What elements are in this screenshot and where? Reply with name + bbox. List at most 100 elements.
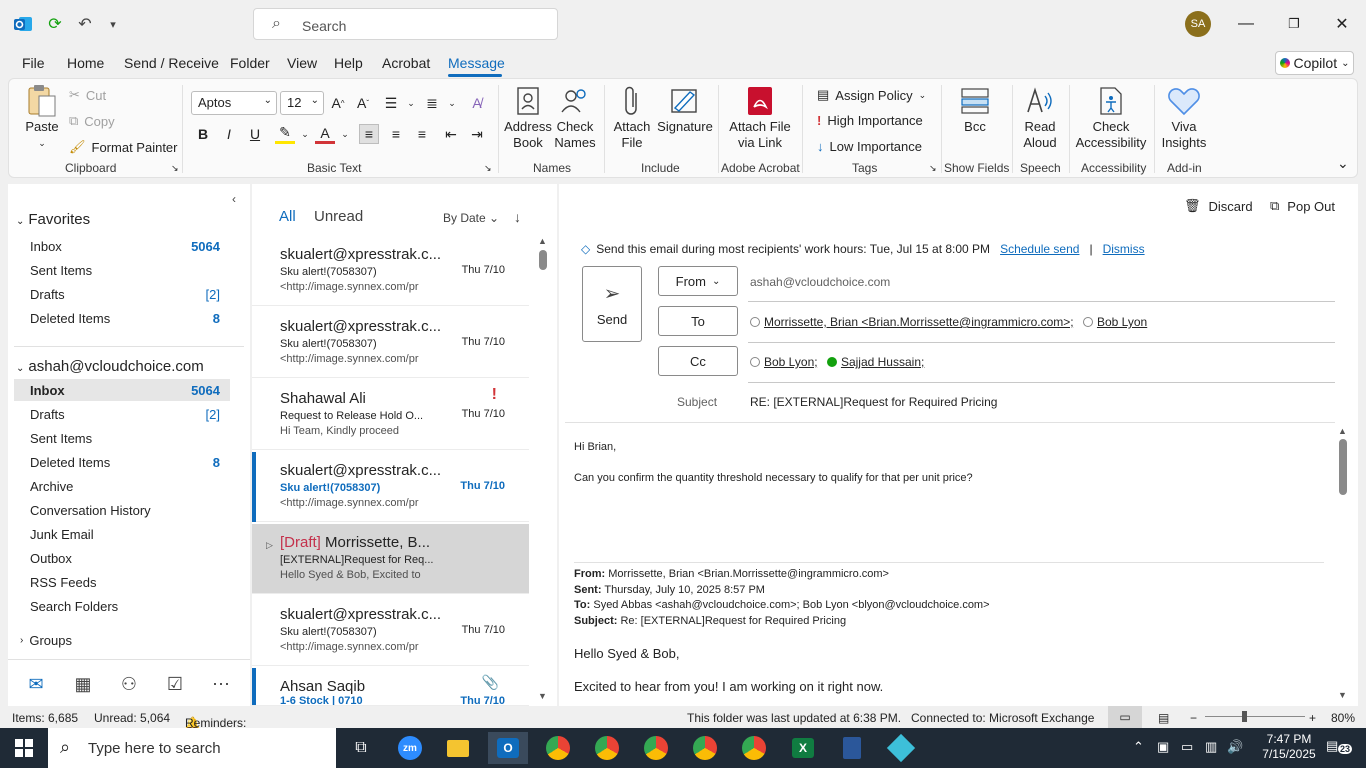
to-field[interactable]: Morrissette, Brian <Brian.Morrissette@in… bbox=[750, 315, 1147, 329]
message-list-scrollbar[interactable]: ▲ ▼ bbox=[536, 236, 550, 706]
body-scrollbar[interactable]: ▲ ▼ bbox=[1336, 424, 1350, 706]
tab-folder[interactable]: Folder bbox=[230, 55, 270, 71]
zoom-slider-thumb[interactable] bbox=[1242, 711, 1247, 722]
list-item[interactable]: skualert@xpresstrak.c... Sku alert!(7058… bbox=[252, 308, 529, 378]
tab-help[interactable]: Help bbox=[334, 55, 363, 71]
close-button[interactable]: ✕ bbox=[1330, 12, 1354, 36]
search-input[interactable]: ⌕ Search bbox=[253, 8, 558, 40]
tab-unread[interactable]: Unread bbox=[314, 208, 363, 225]
calculator-icon[interactable] bbox=[832, 732, 872, 764]
excel-icon[interactable]: X bbox=[783, 732, 823, 764]
underline-icon[interactable]: U bbox=[245, 124, 265, 144]
nav-archive[interactable]: Archive bbox=[14, 475, 230, 497]
recipient-token[interactable]: Bob Lyon; bbox=[764, 355, 818, 369]
chrome-icon[interactable] bbox=[587, 732, 627, 764]
chevron-down-icon[interactable]: ⌄ bbox=[401, 93, 421, 113]
attach-via-link-button[interactable]: Attach File via Link bbox=[725, 85, 795, 151]
mail-icon[interactable]: ✉ bbox=[24, 672, 48, 696]
tab-view[interactable]: View bbox=[287, 55, 317, 71]
camera-icon[interactable]: ▣ bbox=[1157, 739, 1169, 755]
scroll-thumb[interactable] bbox=[1339, 439, 1347, 495]
bcc-button[interactable]: Bcc bbox=[955, 85, 995, 135]
zoom-out-icon[interactable]: − bbox=[1190, 711, 1197, 725]
signature-button[interactable]: Signature bbox=[655, 85, 715, 135]
paste-button[interactable]: Paste ⌄ bbox=[23, 85, 61, 151]
nav-fav-inbox[interactable]: Inbox 5064 bbox=[14, 235, 230, 257]
dialog-launcher-icon[interactable]: ↘ bbox=[929, 163, 937, 174]
font-color-icon[interactable]: A bbox=[315, 124, 335, 144]
chevron-down-icon[interactable]: ⌄ bbox=[442, 93, 462, 113]
list-item[interactable]: Ahsan Saqib 1-6 Stock | 0710 Thu 7/10 📎 bbox=[252, 668, 529, 706]
nav-outbox[interactable]: Outbox bbox=[14, 547, 230, 569]
nav-conversation-history[interactable]: Conversation History bbox=[14, 499, 230, 521]
schedule-send-link[interactable]: Schedule send bbox=[1000, 242, 1079, 256]
normal-view-icon[interactable]: ▭ bbox=[1108, 706, 1142, 728]
nav-drafts[interactable]: Drafts [2] bbox=[14, 403, 230, 425]
list-item[interactable]: skualert@xpresstrak.c... Sku alert!(7058… bbox=[252, 596, 529, 666]
start-button[interactable] bbox=[4, 732, 44, 764]
tab-file[interactable]: File bbox=[22, 55, 45, 71]
low-importance-button[interactable]: ↓ Low Importance bbox=[817, 139, 922, 154]
nav-fav-drafts[interactable]: Drafts [2] bbox=[14, 283, 230, 305]
viva-insights-button[interactable]: Viva Insights bbox=[1161, 85, 1207, 151]
minimize-button[interactable]: — bbox=[1234, 12, 1258, 36]
scroll-up-icon[interactable]: ▲ bbox=[1338, 426, 1347, 436]
chevron-down-icon[interactable]: ⌄ bbox=[335, 124, 355, 144]
scroll-thumb[interactable] bbox=[539, 250, 547, 270]
subject-input[interactable]: RE: [EXTERNAL]Request for Required Prici… bbox=[750, 395, 997, 409]
nav-fav-deleted[interactable]: Deleted Items 8 bbox=[14, 307, 230, 329]
assign-policy-button[interactable]: ▤ Assign Policy ⌄ bbox=[817, 87, 926, 103]
nav-groups[interactable]: › Groups bbox=[14, 629, 230, 651]
highlight-icon[interactable]: ✎ bbox=[275, 124, 295, 144]
collapse-pane-icon[interactable]: ‹ bbox=[232, 192, 236, 206]
dismiss-link[interactable]: Dismiss bbox=[1103, 242, 1145, 256]
bold-icon[interactable]: B bbox=[193, 124, 213, 144]
nav-rss[interactable]: RSS Feeds bbox=[14, 571, 230, 593]
expand-thread-icon[interactable]: ▷ bbox=[266, 540, 273, 551]
network-icon[interactable]: ▥ bbox=[1205, 739, 1217, 755]
taskbar-search-box[interactable]: ⌕ Type here to search bbox=[48, 728, 336, 768]
decrease-indent-icon[interactable]: ⇤ bbox=[441, 124, 461, 144]
clock[interactable]: 7:47 PM 7/15/2025 bbox=[1256, 732, 1322, 764]
check-accessibility-button[interactable]: Check Accessibility bbox=[1075, 85, 1147, 151]
font-name-combo[interactable]: Aptos ⌄ bbox=[191, 91, 277, 115]
file-explorer-icon[interactable] bbox=[438, 732, 478, 764]
scroll-up-icon[interactable]: ▲ bbox=[538, 236, 547, 246]
tab-acrobat[interactable]: Acrobat bbox=[382, 55, 430, 71]
format-painter-button[interactable]: 🖌 Format Painter bbox=[69, 139, 178, 155]
attach-file-button[interactable]: Attach File bbox=[609, 85, 655, 151]
copilot-button[interactable]: Copilot ⌄ bbox=[1275, 51, 1354, 75]
font-size-combo[interactable]: 12 ⌄ bbox=[280, 91, 324, 115]
ribbon-collapse-icon[interactable]: ⌄ bbox=[1337, 155, 1349, 172]
nav-inbox[interactable]: Inbox 5064 bbox=[14, 379, 230, 401]
avatar[interactable]: SA bbox=[1185, 11, 1211, 37]
align-left-icon[interactable]: ≡ bbox=[359, 124, 379, 144]
restore-button[interactable]: ❐ bbox=[1282, 12, 1306, 36]
chrome-icon[interactable] bbox=[685, 732, 725, 764]
numbering-icon[interactable]: ≣ bbox=[422, 93, 442, 113]
battery-icon[interactable]: ▭ bbox=[1181, 739, 1193, 755]
clear-formatting-icon[interactable]: A̸ bbox=[467, 93, 487, 113]
account-header[interactable]: ⌄ ashah@vcloudchoice.com bbox=[16, 358, 204, 375]
increase-indent-icon[interactable]: ⇥ bbox=[467, 124, 487, 144]
read-aloud-button[interactable]: Read Aloud bbox=[1017, 85, 1063, 151]
chrome-icon[interactable] bbox=[734, 732, 774, 764]
recipient-token[interactable]: Morrissette, Brian <Brian.Morrissette@in… bbox=[764, 315, 1074, 329]
recipient-token[interactable]: Bob Lyon bbox=[1097, 315, 1147, 329]
chrome-icon[interactable] bbox=[636, 732, 676, 764]
nav-sent[interactable]: Sent Items bbox=[14, 427, 230, 449]
high-importance-button[interactable]: ! High Importance bbox=[817, 113, 923, 128]
nav-junk[interactable]: Junk Email bbox=[14, 523, 230, 545]
discard-button[interactable]: 🗑 Discard bbox=[1184, 198, 1253, 214]
undo-icon[interactable]: ↶ bbox=[74, 13, 96, 35]
check-names-button[interactable]: Check Names bbox=[552, 85, 598, 151]
zoom-slider[interactable] bbox=[1205, 711, 1305, 722]
sort-by-date-button[interactable]: By Date ⌄ bbox=[443, 211, 499, 225]
dialog-launcher-icon[interactable]: ↘ bbox=[171, 163, 179, 174]
from-button[interactable]: From ⌄ bbox=[658, 266, 738, 296]
bullets-icon[interactable]: ☰ bbox=[381, 93, 401, 113]
more-apps-icon[interactable]: ⋯ bbox=[209, 672, 233, 696]
scroll-down-icon[interactable]: ▼ bbox=[1338, 690, 1347, 700]
tab-home[interactable]: Home bbox=[67, 55, 104, 71]
customize-toolbar-icon[interactable]: ▾ bbox=[102, 13, 124, 35]
